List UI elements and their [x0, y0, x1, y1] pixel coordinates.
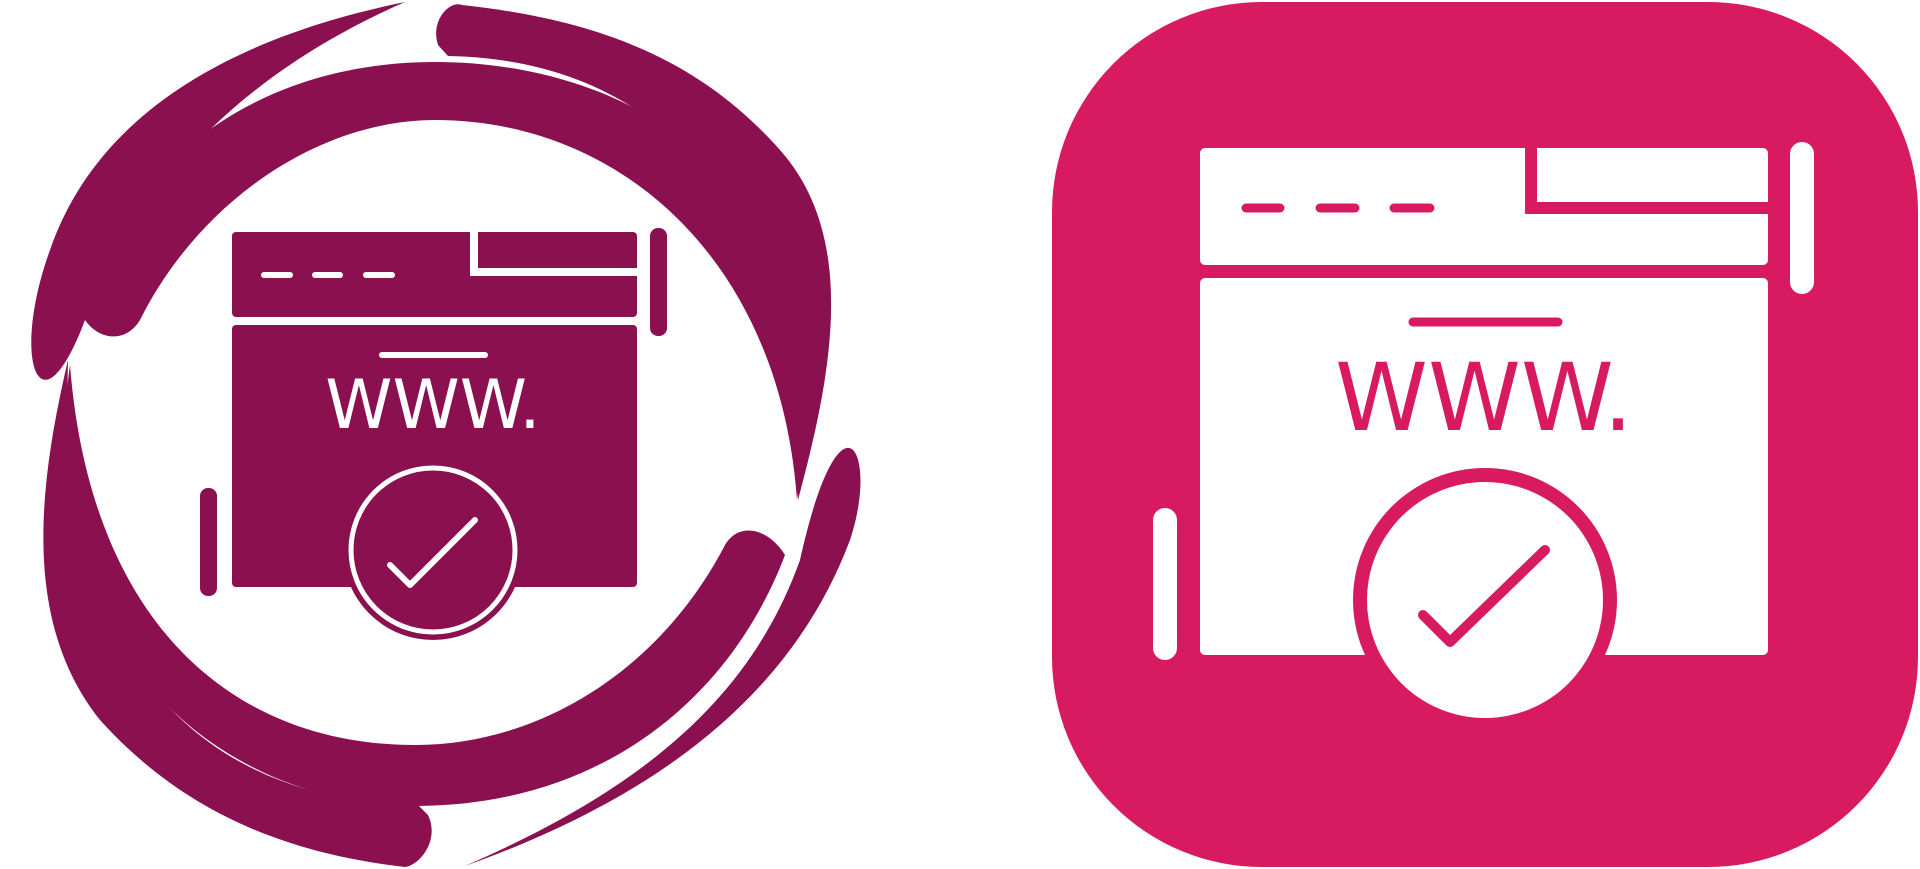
website-approved-circular-arrows-icon: WWW. — [0, 0, 870, 869]
rounded-square-icon: WWW. — [1052, 2, 1918, 867]
www-label: WWW. — [325, 366, 541, 445]
check-badge-icon — [1353, 468, 1617, 732]
check-badge-icon — [343, 460, 523, 640]
circular-arrows-icon: WWW. — [31, 2, 861, 867]
www-label: WWW. — [1335, 344, 1633, 453]
website-approved-rounded-square-icon: WWW. — [1050, 0, 1920, 869]
